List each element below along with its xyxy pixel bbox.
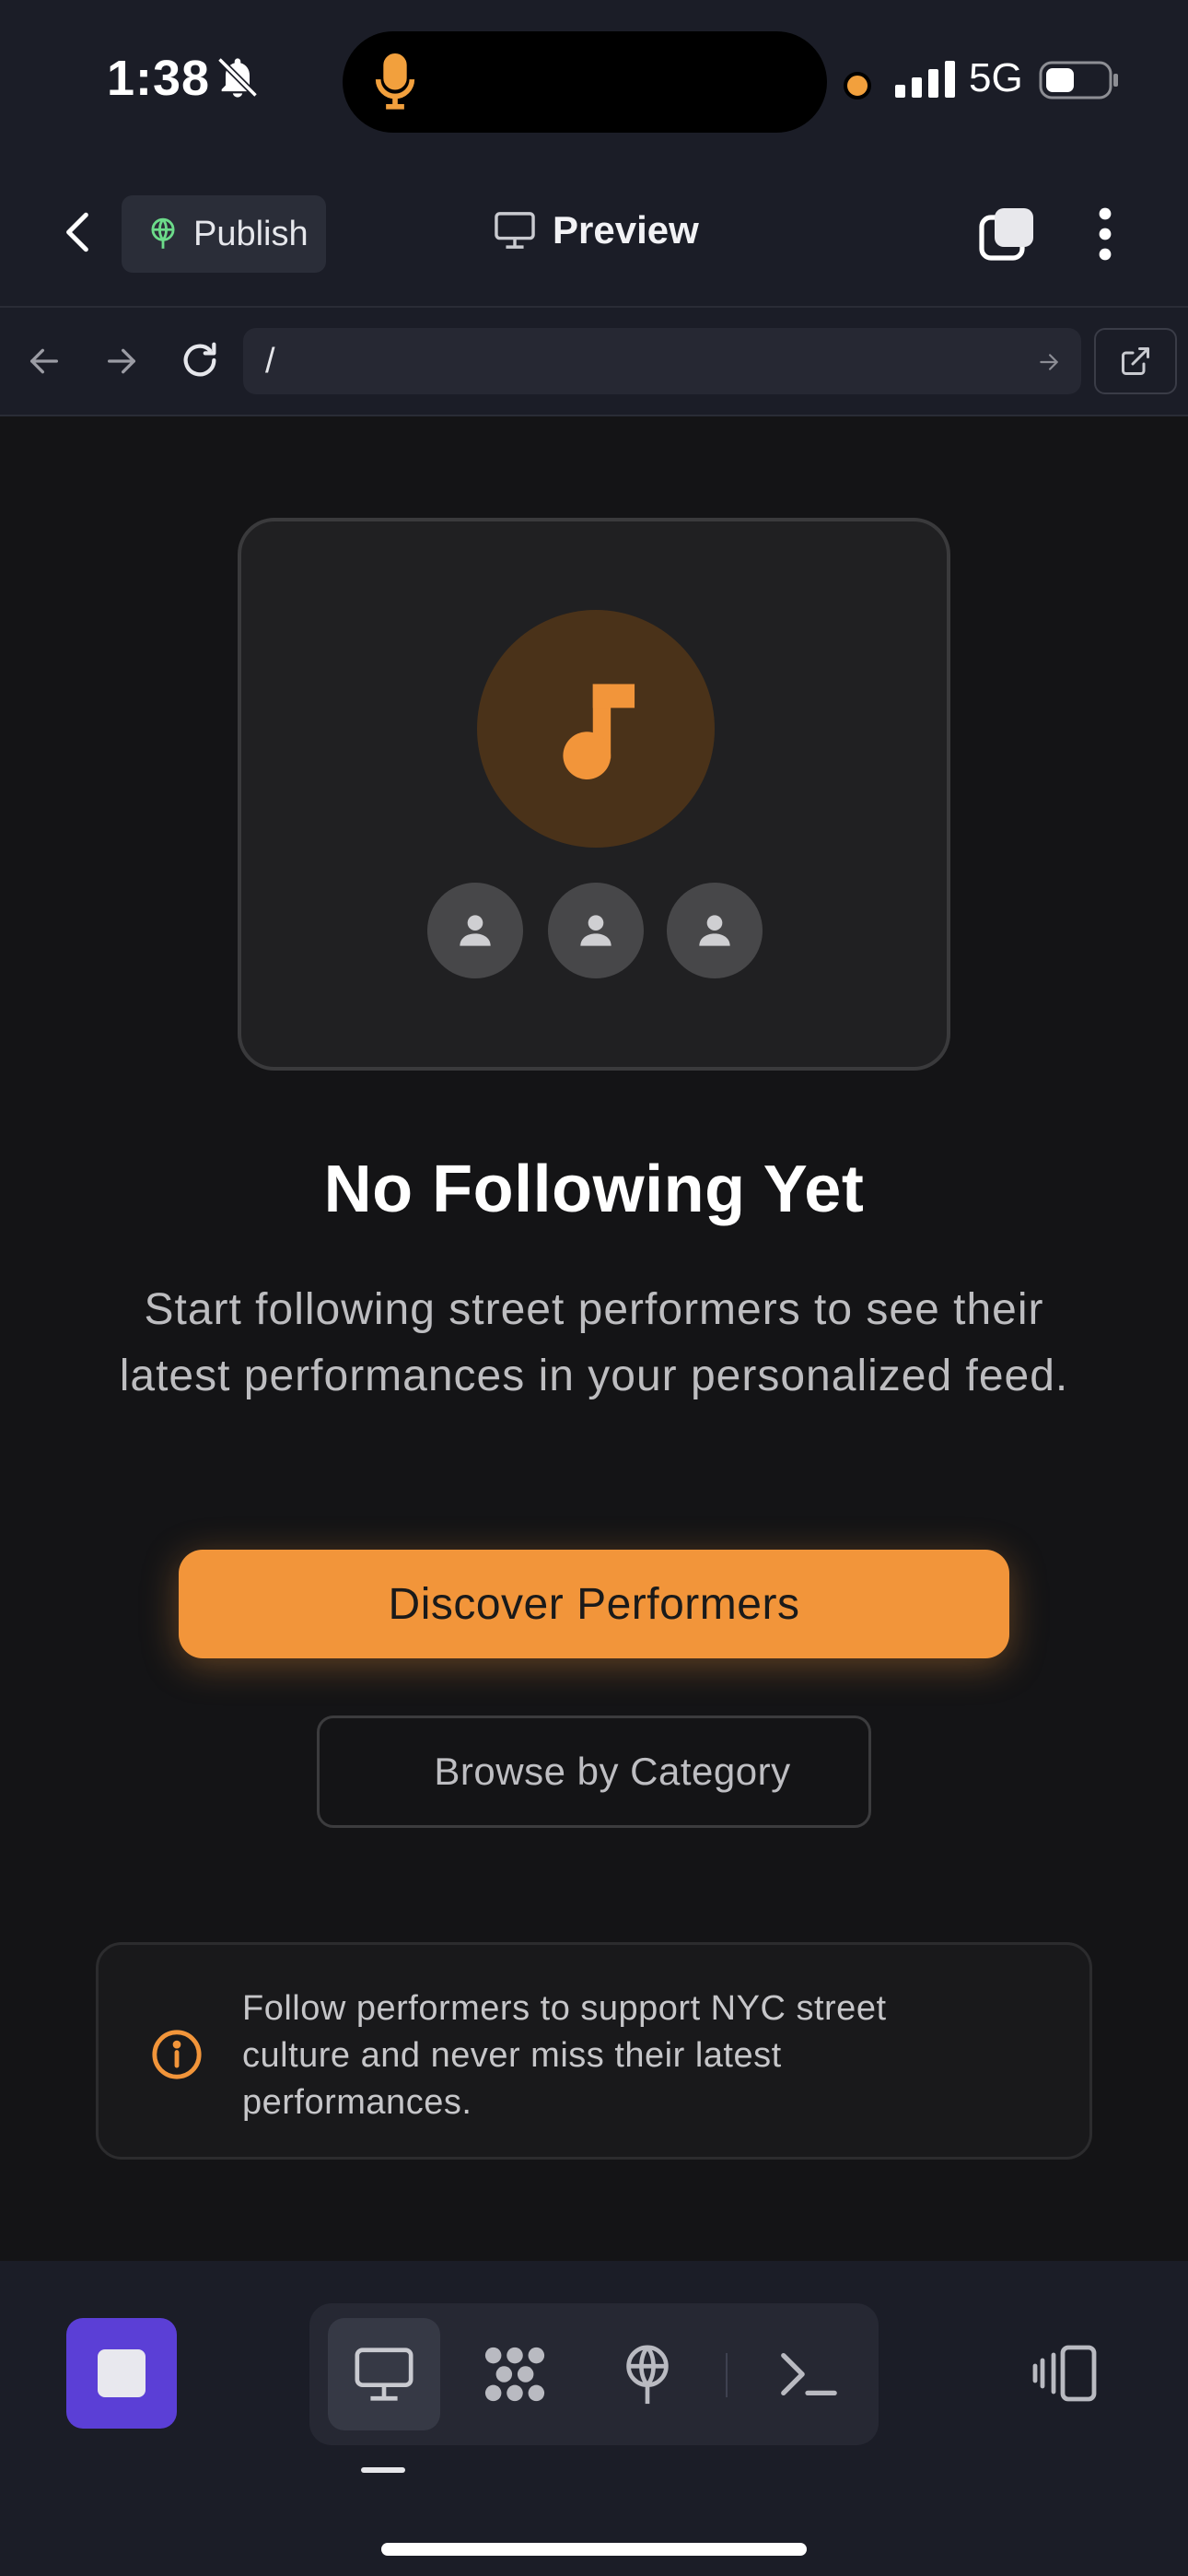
browser-url-bar: / [0, 306, 1188, 416]
more-vertical-icon[interactable] [1094, 205, 1116, 263]
arrow-right-icon[interactable] [103, 343, 140, 380]
reload-icon[interactable] [179, 339, 221, 381]
user-icon [699, 915, 730, 946]
performer-avatar [427, 883, 523, 978]
bottom-toolbar [0, 2261, 1188, 2576]
publish-label: Publish [193, 214, 309, 253]
deploy-icon [626, 2345, 669, 2405]
bell-slash-icon [217, 57, 258, 98]
status-bar: 1:38 5G [0, 0, 1188, 157]
publish-button[interactable]: Publish [122, 195, 326, 273]
arrow-right-small-icon[interactable] [1037, 350, 1061, 374]
performer-avatar [548, 883, 644, 978]
chevron-left-icon[interactable] [55, 208, 101, 256]
preview-title: Preview [494, 208, 699, 252]
battery-icon [1039, 61, 1118, 100]
url-text: / [265, 341, 275, 381]
dots-grid-icon [484, 2347, 545, 2402]
discover-performers-button[interactable]: Discover Performers [179, 1550, 1009, 1658]
user-icon [460, 915, 491, 946]
tool-divider [726, 2353, 728, 2397]
stop-button[interactable] [66, 2318, 177, 2429]
home-indicator [381, 2543, 807, 2556]
privacy-indicator-dot [844, 72, 871, 100]
info-text: Follow performers to support NYC street … [242, 1989, 887, 2122]
music-note-icon [563, 684, 635, 779]
empty-state-illustration [238, 518, 950, 1071]
external-link-icon [1122, 347, 1149, 375]
tool-deploy[interactable] [591, 2318, 704, 2430]
microphone-icon [375, 53, 415, 110]
open-external-button[interactable] [1094, 328, 1177, 394]
monitor-icon [355, 2348, 413, 2401]
empty-state-title: No Following Yet [323, 1153, 865, 1226]
info-icon [152, 2030, 202, 2079]
browse-by-category-button[interactable]: Browse by Category [317, 1715, 871, 1828]
terminal-icon [781, 2352, 837, 2396]
signal-bars-icon [895, 61, 955, 98]
arrow-left-icon[interactable] [26, 343, 63, 380]
globe-icon [151, 217, 175, 249]
status-time: 1:38 [107, 51, 211, 106]
tool-group [309, 2303, 879, 2445]
tool-terminal[interactable] [751, 2318, 864, 2430]
stop-icon [98, 2349, 146, 2397]
network-type: 5G [969, 55, 1023, 100]
tabs-icon[interactable] [978, 205, 1037, 263]
devices-icon[interactable] [1031, 2344, 1098, 2403]
user-icon [580, 915, 611, 946]
active-tool-indicator [361, 2467, 405, 2473]
monitor-icon [495, 212, 535, 249]
app-topbar: Publish Preview [0, 157, 1188, 306]
url-input[interactable]: / [243, 328, 1081, 394]
music-circle [477, 610, 715, 848]
tool-preview[interactable] [328, 2318, 440, 2430]
info-card: Follow performers to support NYC street … [96, 1942, 1092, 2160]
preview-label: Preview [553, 208, 699, 252]
tool-apps[interactable] [459, 2318, 571, 2430]
empty-state-description: Start following street performers to see… [119, 1285, 1069, 1400]
performer-avatar [667, 883, 763, 978]
